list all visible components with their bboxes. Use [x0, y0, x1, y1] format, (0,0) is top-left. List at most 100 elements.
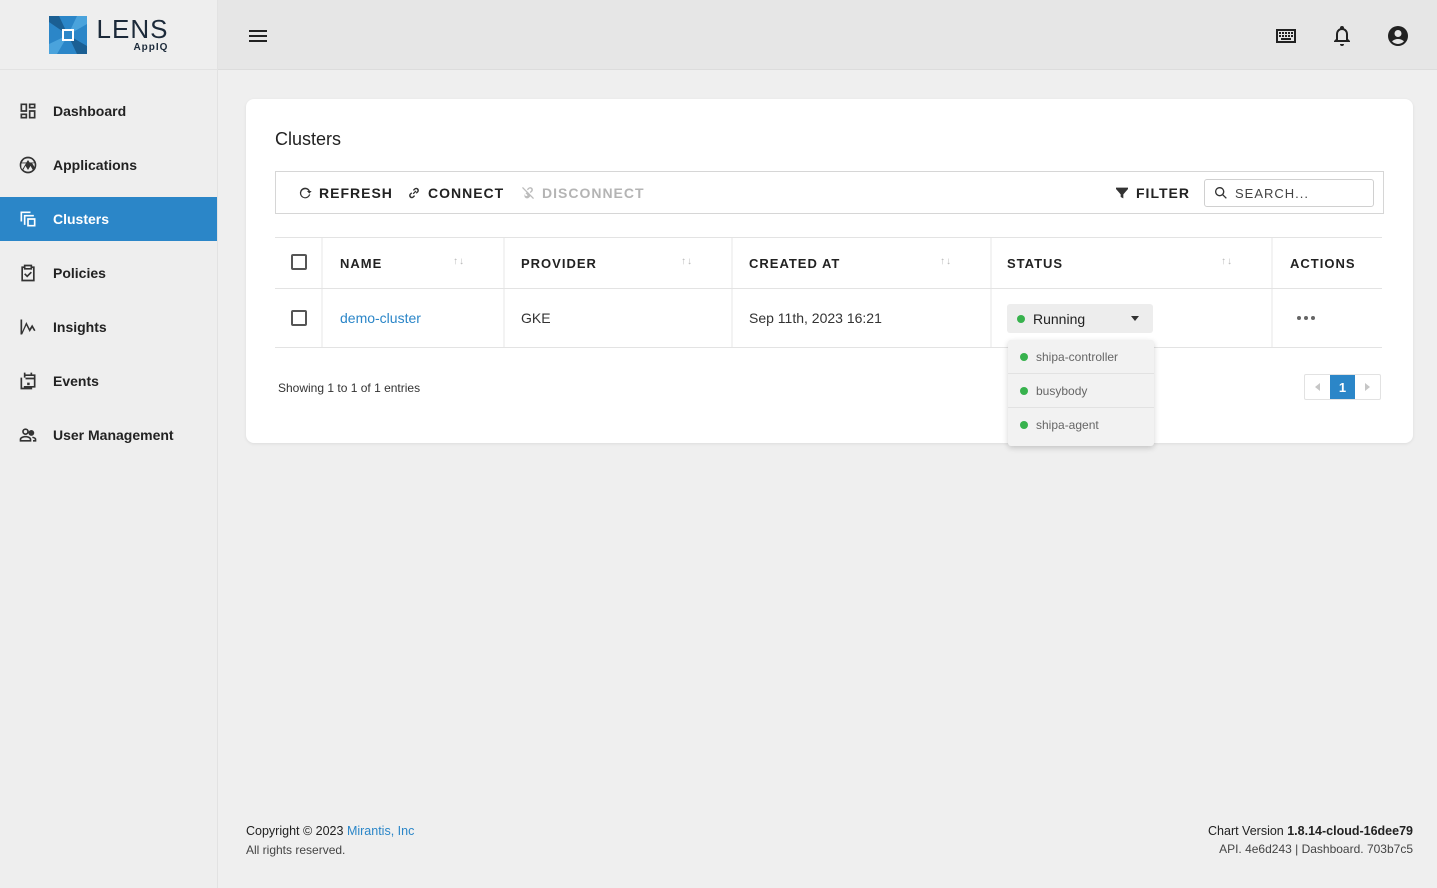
footer-right: Chart Version 1.8.14-cloud-16dee79 API. … — [1208, 824, 1413, 856]
api-version-text: API. 4e6d243 | Dashboard. 703b7c5 — [1219, 842, 1413, 856]
chart-version-label: Chart Version — [1208, 824, 1284, 838]
dropdown-item-shipa-controller[interactable]: shipa-controller — [1008, 340, 1154, 374]
bell-icon — [1334, 26, 1350, 46]
refresh-button[interactable]: REFRESH — [297, 172, 393, 213]
brand-sub: AppIQ — [133, 42, 169, 53]
filter-button[interactable]: FILTER — [1114, 172, 1190, 213]
status-dot-icon — [1020, 421, 1028, 429]
connect-button[interactable]: CONNECT — [406, 172, 504, 213]
column-divider — [1271, 238, 1273, 288]
status-dot-icon — [1020, 386, 1028, 395]
chevron-left-icon — [1314, 383, 1320, 391]
sidebar-item-label: Applications — [53, 157, 138, 173]
page-title: Clusters — [275, 129, 342, 149]
clusters-card: Clusters REFRESH CONNECT DISCONNECT FILT… — [246, 99, 1413, 443]
sidebar-item-events[interactable]: Events — [0, 359, 217, 403]
policies-icon — [21, 264, 35, 282]
status-dropdown-menu: shipa-controller busybody shipa-agent — [1008, 340, 1154, 446]
dropdown-item-label: shipa-agent — [1036, 418, 1099, 432]
sidebar-item-label: Events — [53, 373, 99, 389]
clusters-table: NAME ↑↓ PROVIDER ↑↓ CREATED AT ↑↓ STATUS… — [275, 237, 1382, 348]
column-divider — [321, 238, 323, 288]
dropdown-item-shipa-agent[interactable]: shipa-agent — [1008, 408, 1154, 442]
sidebar: LENS AppIQ Dashboard Applications Cluste… — [0, 0, 218, 888]
topbar — [218, 0, 1437, 70]
column-header-created-at[interactable]: CREATED AT — [749, 238, 840, 288]
column-header-name[interactable]: NAME — [340, 238, 382, 288]
column-divider — [503, 289, 505, 347]
sidebar-item-clusters[interactable]: Clusters — [0, 197, 217, 241]
account-icon — [1388, 26, 1408, 46]
cluster-created-at: Sep 11th, 2023 16:21 — [749, 310, 882, 326]
more-dot-icon — [1297, 316, 1301, 320]
sort-created-at-icon[interactable]: ↑↓ — [940, 256, 952, 267]
keyboard-shortcuts-button[interactable] — [1274, 24, 1298, 48]
menu-button[interactable] — [246, 24, 270, 48]
pagination: 1 — [1304, 374, 1381, 400]
status-dot-icon — [1017, 314, 1025, 323]
menu-icon — [249, 30, 267, 42]
sidebar-item-applications[interactable]: Applications — [0, 143, 217, 187]
select-all-checkbox[interactable] — [291, 254, 307, 270]
column-divider — [990, 289, 992, 347]
sort-status-icon[interactable]: ↑↓ — [1221, 256, 1233, 267]
column-header-provider[interactable]: PROVIDER — [521, 238, 597, 288]
connect-label: CONNECT — [428, 184, 505, 201]
logo[interactable]: LENS AppIQ — [0, 0, 217, 70]
dropdown-item-label: shipa-controller — [1036, 349, 1119, 364]
insights-icon — [20, 319, 36, 335]
cluster-provider: GKE — [521, 310, 551, 326]
sidebar-item-label: Insights — [53, 319, 107, 335]
sort-provider-icon[interactable]: ↑↓ — [681, 256, 693, 267]
column-header-actions: ACTIONS — [1290, 255, 1356, 271]
company-link[interactable]: Mirantis, Inc — [347, 824, 414, 838]
notifications-button[interactable] — [1330, 24, 1354, 48]
row-checkbox[interactable] — [291, 310, 307, 326]
unlink-icon — [522, 186, 534, 199]
column-divider — [503, 238, 505, 288]
lens-logo-icon — [48, 15, 87, 54]
clusters-icon — [20, 211, 36, 227]
column-divider — [990, 238, 992, 288]
filter-icon — [1116, 187, 1128, 198]
prev-page-button[interactable] — [1305, 375, 1330, 399]
sidebar-item-user-management[interactable]: User Management — [0, 413, 217, 457]
sidebar-item-policies[interactable]: Policies — [0, 251, 217, 295]
chart-version-value: 1.8.14-cloud-16dee79 — [1287, 824, 1413, 838]
status-label: Running — [1033, 310, 1086, 327]
disconnect-button[interactable]: DISCONNECT — [520, 172, 645, 213]
applications-icon — [19, 156, 37, 174]
sidebar-item-dashboard[interactable]: Dashboard — [0, 89, 217, 133]
search-input[interactable] — [1235, 185, 1365, 201]
search-icon — [1215, 187, 1227, 199]
status-dropdown-button[interactable]: Running — [1007, 304, 1153, 333]
table-row: demo-cluster GKE Sep 11th, 2023 16:21 Ru… — [275, 289, 1382, 348]
dropdown-item-busybody[interactable]: busybody — [1008, 374, 1154, 408]
sidebar-item-label: Policies — [53, 265, 106, 281]
sidebar-item-label: Clusters — [53, 211, 110, 227]
table-header-row: NAME ↑↓ PROVIDER ↑↓ CREATED AT ↑↓ STATUS… — [275, 237, 1382, 289]
brand-name: LENS — [96, 14, 169, 44]
column-divider — [1271, 289, 1273, 347]
refresh-icon — [299, 187, 312, 198]
dropdown-item-label: busybody — [1036, 383, 1088, 398]
column-divider — [731, 238, 733, 288]
search-box — [1204, 179, 1374, 207]
copyright-text: Copyright © 2023 — [246, 824, 344, 838]
column-header-status[interactable]: STATUS — [1007, 238, 1063, 288]
account-button[interactable] — [1386, 24, 1410, 48]
more-dot-icon — [1304, 316, 1308, 320]
showing-entries: Showing 1 to 1 of 1 entries — [278, 381, 421, 395]
status-dot-icon — [1020, 352, 1028, 361]
more-dot-icon — [1311, 316, 1315, 320]
next-page-button[interactable] — [1355, 375, 1380, 399]
sort-name-icon[interactable]: ↑↓ — [453, 256, 465, 267]
row-actions-button[interactable] — [1292, 303, 1320, 333]
sidebar-item-label: User Management — [53, 427, 174, 443]
cluster-name-link[interactable]: demo-cluster — [340, 289, 421, 347]
sidebar-nav: Dashboard Applications Clusters Policies… — [0, 89, 217, 457]
page-number-button[interactable]: 1 — [1329, 375, 1356, 399]
sidebar-item-insights[interactable]: Insights — [0, 305, 217, 349]
events-icon — [20, 372, 36, 390]
footer-left: Copyright © 2023 Mirantis, Inc All right… — [246, 824, 414, 857]
